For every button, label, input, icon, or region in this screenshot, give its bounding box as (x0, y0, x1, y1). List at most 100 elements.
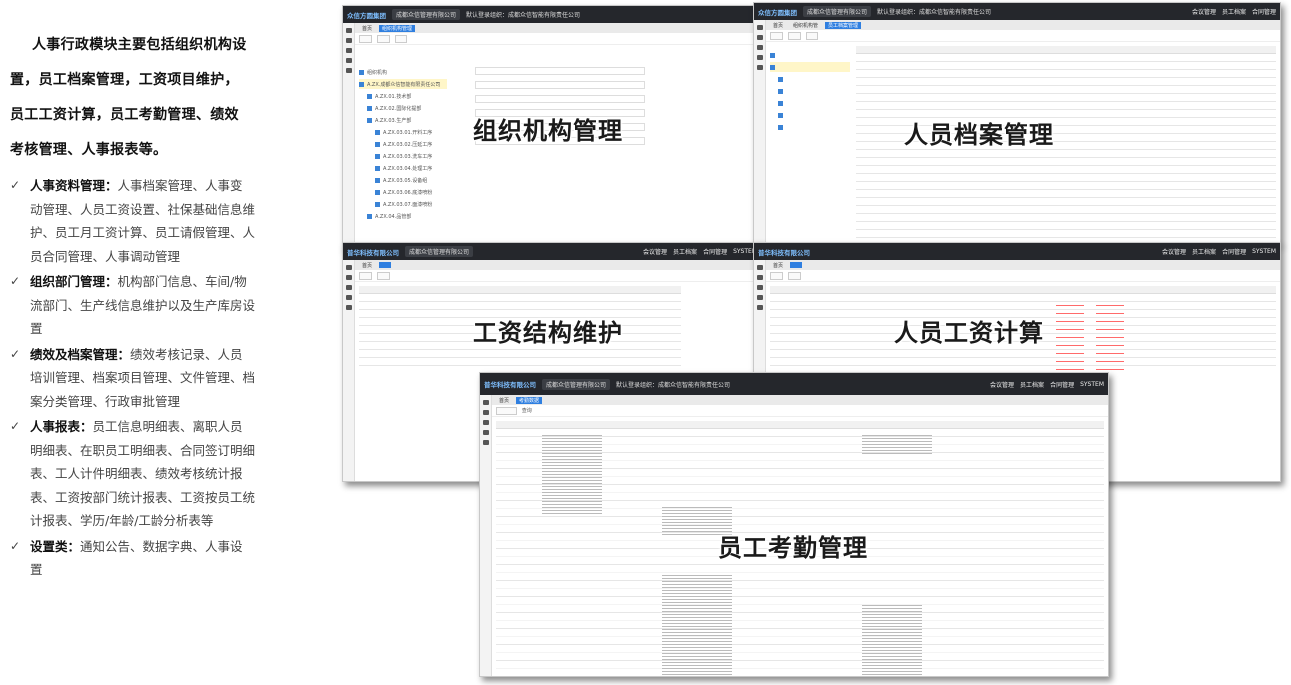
caption-org: 组织机构管理 (473, 117, 623, 145)
tree-node[interactable] (770, 98, 850, 108)
tab-attendance[interactable]: 考勤数据 (516, 396, 543, 404)
form-field[interactable] (475, 67, 645, 75)
tree-node[interactable]: A.ZX.01.技术部 (359, 91, 447, 101)
toolbar-button[interactable] (787, 31, 801, 40)
tab-staff[interactable]: 员工档案管理 (825, 21, 862, 29)
grid-icon[interactable] (482, 410, 489, 415)
menu-staff[interactable]: 员工档案 (1020, 380, 1044, 389)
toolbar-button[interactable] (359, 34, 372, 43)
menu-staff[interactable]: 员工档案 (673, 247, 697, 256)
menu-staff[interactable]: 员工档案 (1192, 247, 1216, 256)
grid-icon[interactable] (756, 295, 763, 300)
menu-meeting[interactable]: 会议管理 (643, 247, 667, 256)
form-field[interactable] (475, 95, 645, 103)
tree-node[interactable] (770, 86, 850, 96)
grid-icon[interactable] (345, 295, 352, 300)
tree-node[interactable]: A.ZX.04.品管部 (359, 211, 447, 221)
toolbar-button[interactable] (359, 271, 372, 280)
user-icon[interactable] (345, 305, 352, 310)
grid-icon[interactable] (345, 48, 352, 53)
menu-staff[interactable]: 员工档案 (1222, 7, 1246, 16)
tree-node[interactable]: A.ZX.03.01.开料工序 (359, 127, 447, 137)
grid-icon[interactable] (756, 285, 763, 290)
tree-label: A.ZX.成都众信智能有限责任公司 (367, 81, 441, 88)
tab-home[interactable]: 首页 (770, 22, 786, 29)
tree-node[interactable]: A.ZX.03.06.底漆喷粉 (359, 187, 447, 197)
org-select[interactable]: 成都众信管理有限公司 (542, 378, 611, 390)
tree-node[interactable] (770, 50, 850, 60)
menu-contract[interactable]: 合同管理 (1050, 380, 1074, 389)
grid-icon[interactable] (345, 275, 352, 280)
user-icon[interactable] (756, 65, 763, 70)
query-button[interactable]: 查询 (522, 407, 532, 414)
tab-org[interactable]: 组织机构管 (790, 22, 821, 29)
tree-node[interactable]: A.ZX.03.07.面漆喷粉 (359, 199, 447, 209)
person-icon (375, 153, 380, 159)
tab-home[interactable]: 首页 (359, 25, 375, 32)
grid-icon[interactable] (345, 285, 352, 290)
menu-contract[interactable]: 合同管理 (1222, 247, 1246, 256)
caption-salary-calc: 人员工资计算 (894, 319, 1044, 347)
grid-icon[interactable] (482, 430, 489, 435)
tree-node[interactable] (770, 122, 850, 132)
toolbar-button[interactable] (787, 271, 801, 280)
form-field[interactable] (475, 81, 645, 89)
tab-org[interactable]: 组织机构管理 (379, 24, 416, 32)
toolbar-button[interactable] (376, 271, 390, 280)
tree-label: A.ZX.03.01.开料工序 (383, 129, 433, 136)
tree-node[interactable]: A.ZX.03.生产部 (359, 115, 447, 125)
app-logo: 众信方圆集团 (758, 8, 797, 17)
menu-meeting[interactable]: 会议管理 (990, 380, 1014, 389)
tree-node[interactable]: 组织机构 (359, 67, 447, 77)
tab-bar: 首页 考勤数据 (492, 395, 1108, 405)
grid-icon[interactable] (756, 55, 763, 60)
tree-node[interactable]: A.ZX.成都众信智能有限责任公司 (359, 79, 447, 89)
tree-node[interactable] (770, 74, 850, 84)
menu-icon[interactable] (482, 400, 489, 405)
toolbar-button[interactable] (770, 31, 783, 40)
grid-icon[interactable] (482, 420, 489, 425)
grid-header (496, 421, 1104, 429)
user-icon[interactable] (756, 305, 763, 310)
tab-active[interactable] (790, 262, 803, 268)
tree-node[interactable]: A.ZX.03.05.设备组 (359, 175, 447, 185)
tab-home[interactable]: 首页 (770, 262, 786, 269)
folder-icon (778, 76, 783, 82)
org-select[interactable]: 成都众信管理有限公司 (405, 246, 474, 257)
user-icon[interactable] (345, 68, 352, 73)
top-bar: 众信方圆集团 成都众信管理有限公司 默认登录组织：成都众信智能有限责任公司 会议… (754, 3, 1280, 20)
user-icon[interactable] (482, 440, 489, 445)
org-select[interactable]: 成都众信管理有限公司 (392, 9, 461, 20)
tree-node[interactable] (770, 110, 850, 120)
menu-system[interactable]: SYSTEM (1080, 381, 1104, 388)
menu-icon[interactable] (345, 28, 352, 33)
toolbar-button[interactable] (376, 34, 390, 43)
tree-node[interactable] (770, 62, 850, 72)
tab-home[interactable]: 首页 (496, 397, 512, 404)
tab-home[interactable]: 首页 (359, 262, 375, 269)
menu-meeting[interactable]: 会议管理 (1162, 247, 1186, 256)
menu-icon[interactable] (756, 265, 763, 270)
org-select[interactable]: 成都众信管理有限公司 (803, 6, 872, 17)
toolbar-button[interactable] (394, 34, 408, 43)
tree-node[interactable]: A.ZX.03.03.洗车工序 (359, 151, 447, 161)
search-field[interactable] (496, 406, 517, 415)
grid-icon[interactable] (756, 45, 763, 50)
menu-icon[interactable] (345, 265, 352, 270)
intro-line: 人事行政模块主要包括组织机构设 (32, 37, 247, 53)
toolbar-button[interactable] (770, 271, 783, 280)
menu-contract[interactable]: 合同管理 (703, 247, 727, 256)
tree-node[interactable]: A.ZX.03.04.处理工序 (359, 163, 447, 173)
grid-icon[interactable] (756, 275, 763, 280)
grid-icon[interactable] (345, 38, 352, 43)
tree-node[interactable]: A.ZX.02.国际化提部 (359, 103, 447, 113)
menu-system[interactable]: SYSTEM (1252, 248, 1276, 255)
tree-node[interactable]: A.ZX.03.02.压延工序 (359, 139, 447, 149)
grid-icon[interactable] (345, 58, 352, 63)
menu-contract[interactable]: 合同管理 (1252, 7, 1276, 16)
grid-icon[interactable] (756, 35, 763, 40)
tab-active[interactable] (379, 262, 392, 268)
toolbar-button[interactable] (805, 31, 819, 40)
menu-meeting[interactable]: 会议管理 (1192, 7, 1216, 16)
menu-icon[interactable] (756, 25, 763, 30)
